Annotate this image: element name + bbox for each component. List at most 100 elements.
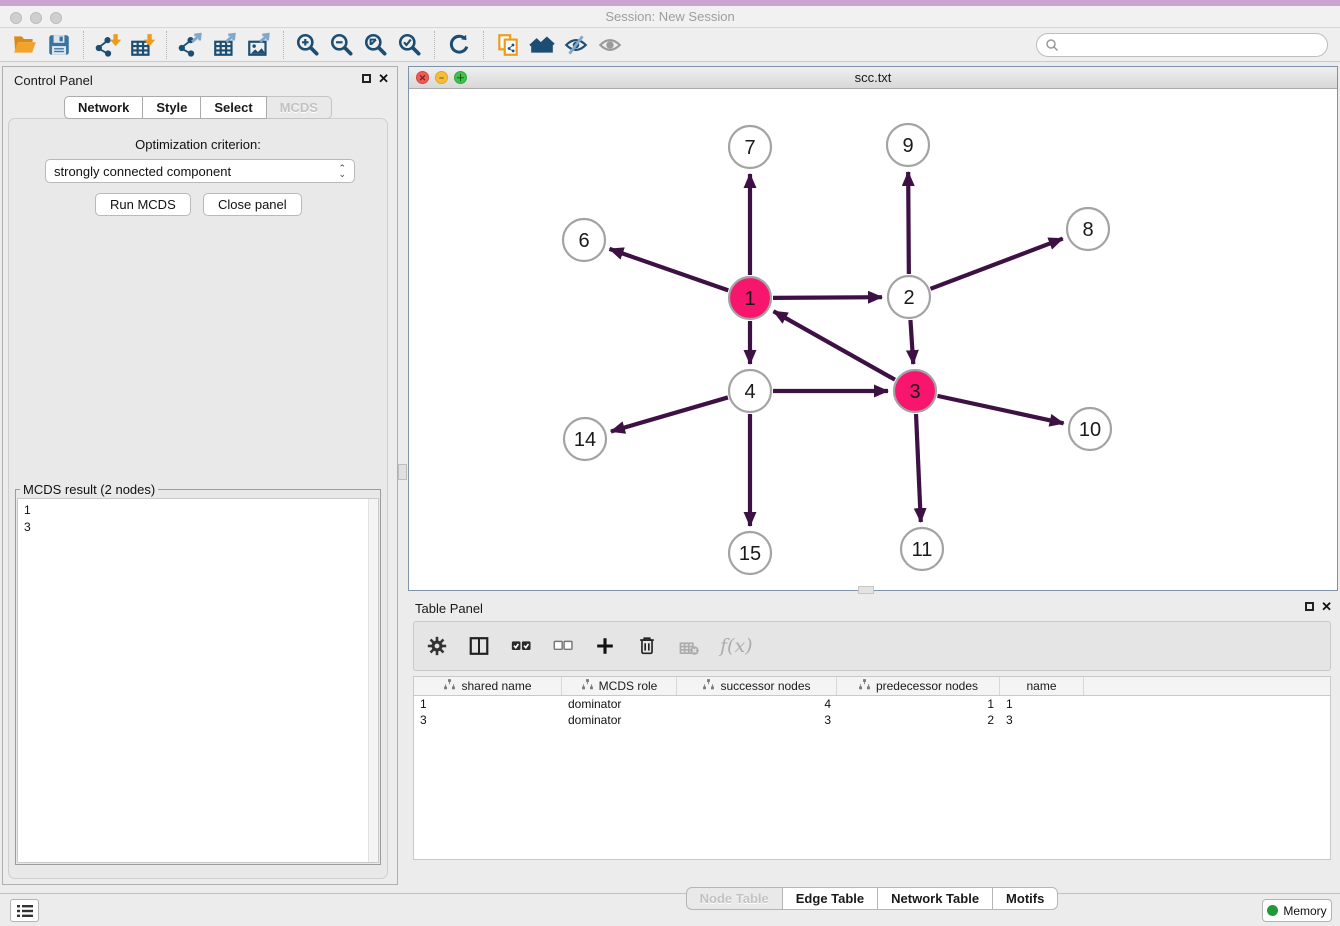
mcds-result-area[interactable]: 1 3 <box>17 498 379 863</box>
deselect-all-button[interactable] <box>552 635 574 657</box>
zoom-selected-button[interactable] <box>393 30 427 60</box>
tab-style[interactable]: Style <box>143 96 201 119</box>
edge-3-11[interactable] <box>916 414 921 522</box>
column-header-shared-name[interactable]: shared name <box>414 677 562 695</box>
select-all-icon <box>510 635 532 657</box>
home-button[interactable] <box>525 30 559 60</box>
close-window-icon[interactable] <box>10 12 22 24</box>
tab-select[interactable]: Select <box>201 96 266 119</box>
column-header-MCDS-role[interactable]: MCDS role <box>562 677 677 695</box>
zoom-window-icon[interactable] <box>50 12 62 24</box>
cell-predecessor-nodes[interactable]: 1 <box>837 696 1000 712</box>
tab-motifs[interactable]: Motifs <box>993 887 1058 910</box>
delete-table-button <box>678 635 700 657</box>
tab-node-table[interactable]: Node Table <box>686 887 783 910</box>
minimize-window-icon[interactable] <box>30 12 42 24</box>
mcds-result-group: MCDS result (2 nodes) 1 3 <box>15 489 381 865</box>
zoom-selected-icon <box>397 32 423 58</box>
hide-eye-button[interactable] <box>559 30 593 60</box>
column-type-icon <box>702 678 715 691</box>
edge-3-10[interactable] <box>937 396 1063 423</box>
task-history-button[interactable] <box>10 899 39 922</box>
open-folder-button[interactable] <box>8 30 42 60</box>
tab-edge-table[interactable]: Edge Table <box>783 887 878 910</box>
zoom-fit-button[interactable] <box>359 30 393 60</box>
edge-2-3[interactable] <box>910 320 913 364</box>
show-eye-icon <box>597 32 623 58</box>
edge-1-2[interactable] <box>773 297 882 298</box>
import-network-button[interactable] <box>91 30 125 60</box>
close-view-icon[interactable]: ✕ <box>416 71 429 84</box>
tab-network[interactable]: Network <box>64 96 143 119</box>
delete-column-icon <box>636 635 658 657</box>
cell-successor-nodes[interactable]: 3 <box>677 712 837 728</box>
node-label-6: 6 <box>578 230 589 252</box>
table-row[interactable]: 1dominator411 <box>414 696 1330 712</box>
column-header-name[interactable]: name <box>1000 677 1084 695</box>
float-panel-icon[interactable] <box>362 74 371 83</box>
network-window-titlebar: ✕ − ＋ scc.txt <box>409 67 1337 89</box>
save-button[interactable] <box>42 30 76 60</box>
cell-successor-nodes[interactable]: 4 <box>677 696 837 712</box>
columns-button[interactable] <box>468 635 490 657</box>
select-all-button[interactable] <box>510 635 532 657</box>
column-header-successor-nodes[interactable]: successor nodes <box>677 677 837 695</box>
result-scrollbar[interactable] <box>368 499 378 862</box>
delete-column-button[interactable] <box>636 635 658 657</box>
import-table-button[interactable] <box>125 30 159 60</box>
column-header-predecessor-nodes[interactable]: predecessor nodes <box>837 677 1000 695</box>
tab-network-table[interactable]: Network Table <box>878 887 993 910</box>
cell-MCDS-role[interactable]: dominator <box>562 696 677 712</box>
zoom-in-button[interactable] <box>291 30 325 60</box>
cell-shared-name[interactable]: 3 <box>414 712 562 728</box>
zoom-out-button[interactable] <box>325 30 359 60</box>
cell-predecessor-nodes[interactable]: 2 <box>837 712 1000 728</box>
criterion-select[interactable]: strongly connected component ⌃⌄ <box>45 159 355 183</box>
edge-4-14[interactable] <box>611 397 728 431</box>
edge-1-6[interactable] <box>609 249 728 291</box>
refresh-button[interactable] <box>442 30 476 60</box>
tab-mcds[interactable]: MCDS <box>267 96 332 119</box>
select-stepper-icon: ⌃⌄ <box>338 165 346 177</box>
show-eye-button[interactable] <box>593 30 627 60</box>
close-panel-icon[interactable]: ✕ <box>1321 601 1332 612</box>
float-panel-icon[interactable] <box>1305 602 1314 611</box>
gear-button[interactable] <box>426 635 448 657</box>
add-column-button[interactable] <box>594 635 616 657</box>
edge-3-1[interactable] <box>774 311 895 379</box>
table-row[interactable]: 3dominator323 <box>414 712 1330 728</box>
add-column-icon <box>594 635 616 657</box>
close-panel-icon[interactable]: ✕ <box>378 73 389 84</box>
edge-2-8[interactable] <box>931 239 1063 289</box>
hide-eye-icon <box>563 32 589 58</box>
toolbar-separator <box>483 31 484 59</box>
home-icon <box>529 32 555 58</box>
export-image-button[interactable] <box>242 30 276 60</box>
export-table-button[interactable] <box>208 30 242 60</box>
clone-network-button[interactable] <box>491 30 525 60</box>
export-network-button[interactable] <box>174 30 208 60</box>
search-input[interactable] <box>1063 38 1319 52</box>
column-type-icon <box>581 678 594 691</box>
edge-2-9[interactable] <box>908 172 909 274</box>
control-panel-header: Control Panel ✕ <box>3 67 397 93</box>
cell-name[interactable]: 1 <box>1000 696 1084 712</box>
maximize-view-icon[interactable]: ＋ <box>454 71 467 84</box>
minimize-view-icon[interactable]: − <box>435 71 448 84</box>
run-mcds-button[interactable]: Run MCDS <box>95 193 191 216</box>
table-panel-tabs: Node TableEdge TableNetwork TableMotifs <box>404 887 1340 910</box>
close-panel-button[interactable]: Close panel <box>203 193 302 216</box>
app-title: Session: New Session <box>0 6 1340 28</box>
column-label: name <box>1026 679 1056 693</box>
cell-shared-name[interactable]: 1 <box>414 696 562 712</box>
node-table-header: shared nameMCDS rolesuccessor nodesprede… <box>414 677 1330 696</box>
network-graph-canvas[interactable]: 7968124314101511 <box>409 89 1337 590</box>
horizontal-splitter-grip[interactable] <box>858 586 874 594</box>
zoom-out-icon <box>329 32 355 58</box>
node-label-1: 1 <box>744 288 755 310</box>
cell-name[interactable]: 3 <box>1000 712 1084 728</box>
vertical-splitter-grip[interactable] <box>398 464 407 480</box>
search-box[interactable] <box>1036 33 1328 57</box>
cell-MCDS-role[interactable]: dominator <box>562 712 677 728</box>
control-panel-tabs: NetworkStyleSelectMCDS <box>0 96 396 119</box>
